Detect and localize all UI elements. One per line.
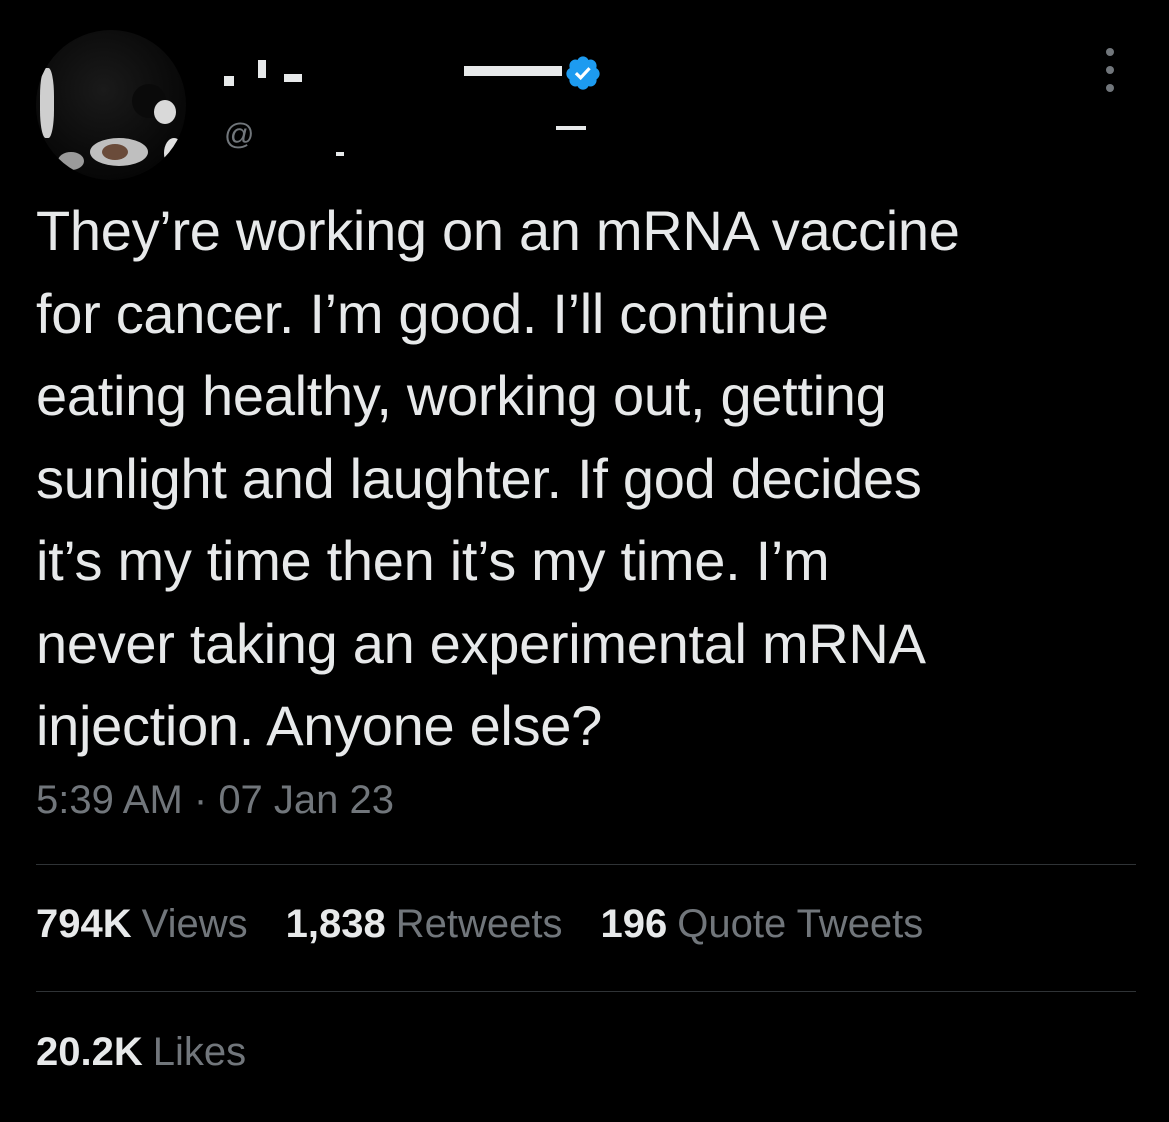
- retweets-count: 1,838: [285, 902, 386, 946]
- retweets-label: Retweets: [395, 902, 563, 946]
- tweet-time: 5:39 AM: [36, 778, 183, 822]
- tweet-date: 07 Jan 23: [218, 778, 395, 822]
- views-stat: 794K Views: [36, 902, 248, 947]
- handle-redacted-scrap: [336, 152, 344, 156]
- tweet-detail: @ They’re working on an mRNA vaccine for…: [0, 0, 1169, 1122]
- tweet-stats: 794K Views 1,838 Retweets 196 Quote Twee…: [36, 902, 923, 947]
- handle-redacted-scrap: [556, 126, 586, 130]
- views-label: Views: [141, 902, 248, 946]
- quote-tweets-label: Quote Tweets: [677, 902, 924, 946]
- divider: [36, 991, 1136, 992]
- likes-stat[interactable]: 20.2K Likes: [36, 1030, 246, 1075]
- handle-at-sign: @: [224, 118, 255, 151]
- retweets-stat[interactable]: 1,838 Retweets: [286, 902, 563, 947]
- tweet-header: @: [36, 26, 1136, 186]
- avatar[interactable]: [36, 30, 186, 180]
- divider: [36, 864, 1136, 865]
- views-count: 794K: [36, 902, 132, 946]
- user-handle[interactable]: @: [224, 118, 254, 152]
- timestamp-separator: ·: [182, 778, 219, 822]
- more-options-icon[interactable]: [1104, 48, 1116, 92]
- quote-tweets-count: 196: [600, 902, 668, 946]
- likes-count: 20.2K: [36, 1030, 143, 1074]
- likes-label: Likes: [152, 1030, 247, 1074]
- tweet-timestamp[interactable]: 5:39 AM · 07 Jan 23: [36, 778, 394, 823]
- quote-tweets-stat[interactable]: 196 Quote Tweets: [600, 902, 923, 947]
- tweet-text: They’re working on an mRNA vaccine for c…: [36, 199, 960, 757]
- verified-badge-icon: [566, 56, 600, 90]
